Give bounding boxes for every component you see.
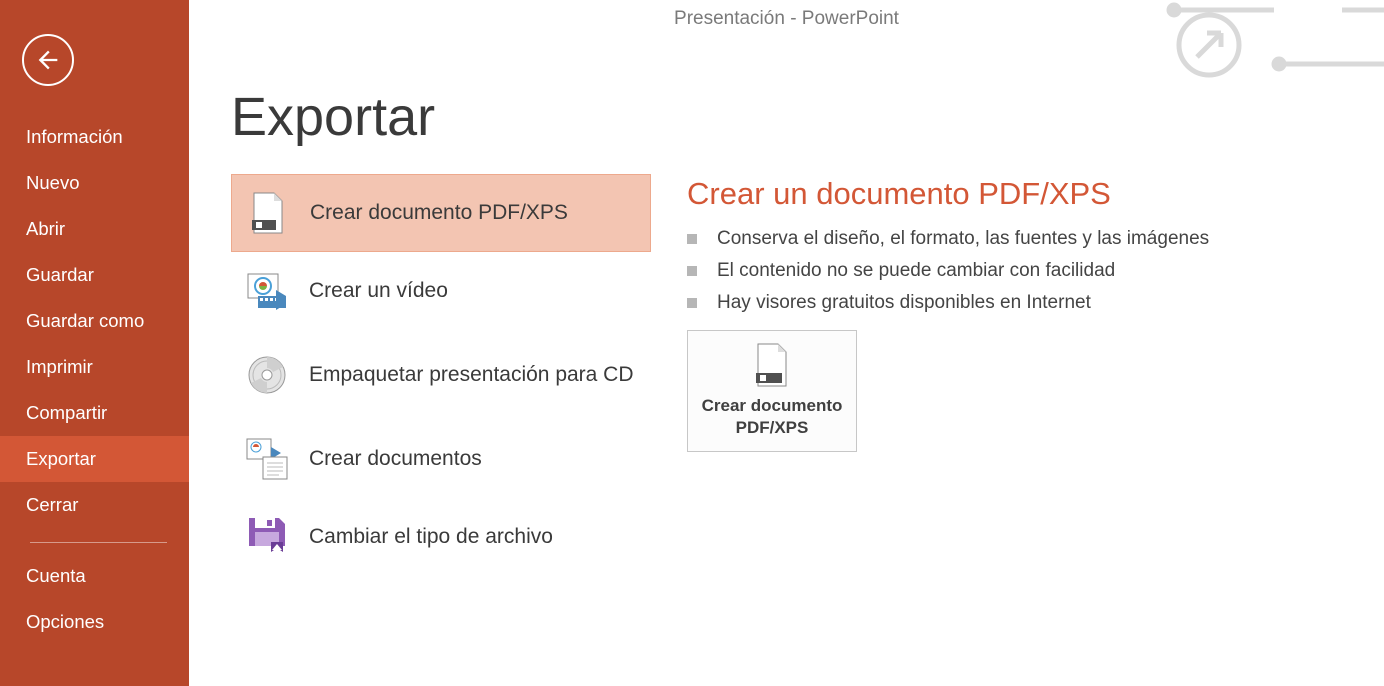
bullet-icon xyxy=(687,298,697,308)
detail-bullets: Conserva el diseño, el formato, las fuen… xyxy=(687,228,1211,314)
sidebar-item-close[interactable]: Cerrar xyxy=(0,482,189,528)
export-option-changetype[interactable]: Cambiar el tipo de archivo xyxy=(231,498,651,576)
sidebar-divider xyxy=(30,542,167,543)
export-option-label: Empaquetar presentación para CD xyxy=(309,361,634,388)
arrow-left-icon xyxy=(34,46,62,74)
bullet-icon xyxy=(687,234,697,244)
bullet-text: Hay visores gratuitos disponibles en Int… xyxy=(717,292,1091,314)
detail-bullet: El contenido no se puede cambiar con fac… xyxy=(687,260,1211,282)
export-option-label: Crear documento PDF/XPS xyxy=(310,199,568,226)
export-option-cd[interactable]: Empaquetar presentación para CD xyxy=(231,330,651,420)
sidebar-item-share[interactable]: Compartir xyxy=(0,390,189,436)
sidebar-item-export[interactable]: Exportar xyxy=(0,436,189,482)
docs-icon xyxy=(243,435,291,483)
video-icon xyxy=(243,267,291,315)
sidebar-menu: Información Nuevo Abrir Guardar Guardar … xyxy=(0,114,189,645)
bullet-icon xyxy=(687,266,697,276)
sidebar-item-save[interactable]: Guardar xyxy=(0,252,189,298)
export-option-label: Cambiar el tipo de archivo xyxy=(309,523,553,550)
export-option-label: Crear un vídeo xyxy=(309,277,448,304)
sidebar-item-account[interactable]: Cuenta xyxy=(0,553,189,599)
export-option-label: Crear documentos xyxy=(309,445,482,472)
window-title: Presentación - PowerPoint xyxy=(189,8,1384,30)
sidebar-item-saveas[interactable]: Guardar como xyxy=(0,298,189,344)
export-option-video[interactable]: Crear un vídeo xyxy=(231,252,651,330)
button-label: Crear documento PDF/XPS xyxy=(688,395,856,439)
cd-icon xyxy=(243,351,291,399)
sidebar-item-print[interactable]: Imprimir xyxy=(0,344,189,390)
sidebar-item-open[interactable]: Abrir xyxy=(0,206,189,252)
detail-bullet: Hay visores gratuitos disponibles en Int… xyxy=(687,292,1211,314)
page-title: Exportar xyxy=(231,86,1384,148)
pdf-icon xyxy=(244,189,292,237)
detail-bullet: Conserva el diseño, el formato, las fuen… xyxy=(687,228,1211,250)
content-area: Presentación - PowerPoint Exportar Crea xyxy=(189,0,1384,686)
create-pdfxps-button[interactable]: Crear documento PDF/XPS xyxy=(687,330,857,452)
back-button[interactable] xyxy=(22,34,74,86)
pdf-icon xyxy=(752,343,792,387)
sidebar-item-options[interactable]: Opciones xyxy=(0,599,189,645)
decoration-graphic xyxy=(1164,0,1384,80)
sidebar-item-new[interactable]: Nuevo xyxy=(0,160,189,206)
export-option-docs[interactable]: Crear documentos xyxy=(231,420,651,498)
saveas-icon xyxy=(243,513,291,561)
bullet-text: Conserva el diseño, el formato, las fuen… xyxy=(717,228,1209,250)
export-detail-panel: Crear un documento PDF/XPS Conserva el d… xyxy=(651,174,1211,576)
backstage-sidebar: Información Nuevo Abrir Guardar Guardar … xyxy=(0,0,189,686)
detail-heading: Crear un documento PDF/XPS xyxy=(687,176,1211,212)
bullet-text: El contenido no se puede cambiar con fac… xyxy=(717,260,1115,282)
sidebar-item-info[interactable]: Información xyxy=(0,114,189,160)
export-options-list: Crear documento PDF/XPS Crear un vídeo E… xyxy=(231,174,651,576)
export-option-pdfxps[interactable]: Crear documento PDF/XPS xyxy=(231,174,651,252)
